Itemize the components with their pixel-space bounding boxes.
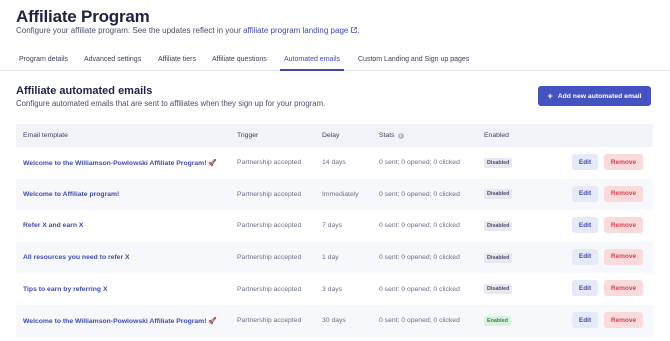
table-row: Welcome to the Williamson-Powlowski Affi… [16, 147, 653, 179]
status-badge: Disabled [484, 220, 513, 231]
edit-button[interactable]: Edit [572, 185, 598, 202]
remove-button[interactable]: Remove [604, 280, 643, 297]
edit-button[interactable]: Edit [572, 312, 598, 328]
edit-button[interactable]: Edit [572, 217, 598, 234]
trigger-cell: Partnership accepted [237, 285, 302, 293]
tab-program-details[interactable]: Program details [19, 48, 68, 71]
trigger-cell: Partnership accepted [237, 254, 302, 262]
tab-automated-emails[interactable]: Automated emails [280, 48, 345, 71]
email-template-link[interactable]: Welcome to Affiliate program! [23, 179, 119, 211]
trigger-cell: Partnership accepted [237, 159, 302, 167]
plus-icon: + [547, 90, 553, 101]
edit-button[interactable]: Edit [572, 154, 598, 170]
table-row: All resources you need to refer X Partne… [16, 241, 653, 274]
status-cell: Enabled [484, 305, 511, 337]
status-cell: Disabled [484, 242, 513, 274]
status-cell: Disabled [484, 147, 513, 179]
add-automated-email-button[interactable]: + Add new automated email [538, 86, 651, 106]
remove-button[interactable]: Remove [604, 154, 643, 170]
section-subtitle: Configure automated emails that are sent… [16, 99, 326, 108]
delay-cell: 30 days [322, 317, 346, 325]
stats-cell: 0 sent; 0 opened; 0 clicked [379, 254, 460, 262]
status-badge: Disabled [484, 252, 513, 263]
table-row: Welcome to the Williamson-Powlowski Affi… [16, 305, 653, 337]
landing-page-link[interactable]: affiliate program landing page [243, 26, 348, 35]
column-header-delay: Delay [322, 132, 340, 139]
delay-cell: 14 days [322, 159, 346, 167]
delay-cell: 7 days [322, 222, 343, 230]
email-template-link[interactable]: Welcome to the Williamson-Powlowski Affi… [23, 305, 217, 337]
column-header-enabled: Enabled [484, 132, 509, 139]
status-cell: Disabled [484, 179, 513, 211]
stats-cell: 0 sent; 0 opened; 0 clicked [379, 222, 460, 230]
table-header: Email template Trigger Delay Stats i Enab… [16, 124, 653, 147]
trigger-cell: Partnership accepted [237, 222, 302, 230]
tab-affiliate-questions[interactable]: Affiliate questions [212, 48, 267, 71]
info-icon[interactable]: i [397, 133, 404, 139]
email-template-link[interactable]: Refer X and earn X [23, 210, 83, 242]
status-badge: Disabled [484, 157, 513, 168]
stats-cell: 0 sent; 0 opened; 0 clicked [379, 159, 460, 167]
trigger-cell: Partnership accepted [237, 317, 302, 325]
status-badge: Disabled [484, 284, 513, 295]
status-cell: Disabled [484, 273, 513, 305]
delay-cell: Immediately [322, 190, 359, 198]
edit-button[interactable]: Edit [572, 248, 598, 265]
email-template-link[interactable]: All resources you need to refer X [23, 242, 130, 274]
table-row: Refer X and earn X Partnership accepted … [16, 210, 653, 242]
stats-cell: 0 sent; 0 opened; 0 clicked [379, 285, 460, 293]
section-title: Affiliate automated emails [16, 85, 153, 97]
column-header-trigger: Trigger [237, 132, 259, 139]
status-badge: Disabled [484, 189, 513, 200]
email-template-link[interactable]: Tips to earn by referring X [23, 273, 107, 305]
status-badge: Enabled [484, 315, 511, 326]
stats-cell: 0 sent; 0 opened; 0 clicked [379, 317, 460, 325]
delay-cell: 1 day [322, 254, 339, 262]
column-header-stats: Stats i [379, 124, 404, 147]
trigger-cell: Partnership accepted [237, 190, 302, 198]
status-cell: Disabled [484, 210, 513, 242]
column-header-template: Email template [23, 132, 68, 139]
tab-advanced-settings[interactable]: Advanced settings [84, 48, 141, 71]
page-subtitle-text: Configure your affiliate program. See th… [16, 26, 244, 35]
page-subtitle: Configure your affiliate program. See th… [16, 26, 360, 35]
remove-button[interactable]: Remove [604, 185, 643, 202]
table-row: Welcome to Affiliate program! Partnershi… [16, 178, 653, 211]
page-subtitle-suffix: . [357, 26, 360, 35]
settings-tabs: Program details Advanced settings Affili… [0, 48, 670, 71]
table-row: Tips to earn by referring X Partnership … [16, 273, 653, 305]
column-header-stats-label: Stats [379, 132, 395, 139]
page-title: Affiliate Program [16, 7, 150, 26]
delay-cell: 3 days [322, 285, 343, 293]
tab-affiliate-tiers[interactable]: Affiliate tiers [158, 48, 196, 71]
stats-cell: 0 sent; 0 opened; 0 clicked [379, 190, 460, 198]
tab-custom-landing-signup[interactable]: Custom Landing and Sign up pages [358, 48, 469, 71]
remove-button[interactable]: Remove [604, 248, 643, 265]
remove-button[interactable]: Remove [604, 312, 643, 328]
remove-button[interactable]: Remove [604, 217, 643, 234]
email-template-link[interactable]: Welcome to the Williamson-Powlowski Affi… [23, 147, 217, 179]
edit-button[interactable]: Edit [572, 280, 598, 297]
add-automated-email-label: Add new automated email [557, 92, 642, 100]
